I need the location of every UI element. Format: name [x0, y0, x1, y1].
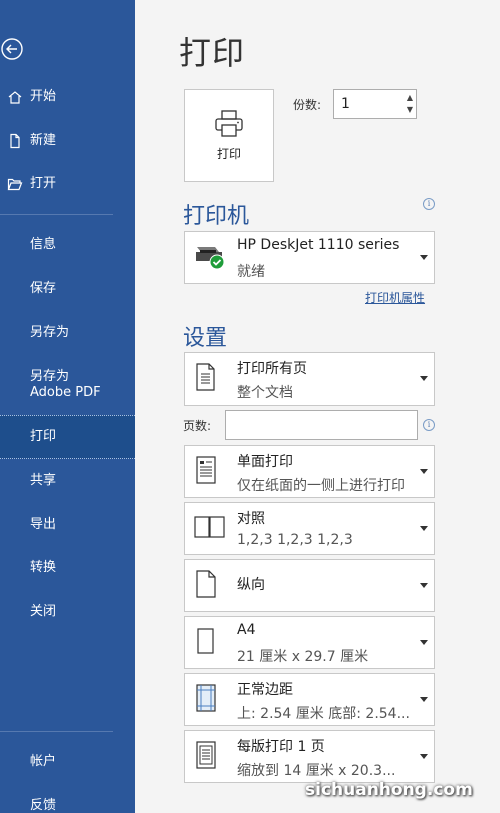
info-icon[interactable]: i [423, 419, 435, 431]
nav-label: 保存 [30, 281, 57, 296]
setting-title: 正常边距 [237, 682, 293, 698]
printer-icon [215, 110, 243, 137]
setting-subtitle: 21 厘米 x 29.7 厘米 [237, 649, 369, 665]
nav-label: 另存为 [30, 325, 70, 340]
nav-label: 导出 [30, 517, 57, 532]
setting-title: 对照 [237, 511, 265, 527]
nav-label: 信息 [30, 237, 57, 252]
printer-status: 就绪 [237, 264, 265, 280]
nav-label: 转换 [30, 560, 57, 575]
pages-per-sheet-icon [193, 739, 219, 775]
document-pages-icon [193, 361, 219, 397]
nav-home[interactable]: 开始 [0, 75, 135, 119]
setting-title: 单面打印 [237, 454, 293, 470]
nav-label: 反馈 [30, 798, 57, 813]
dropdown-arrow-icon [420, 696, 428, 702]
copies-stepper[interactable]: 1 ▲ ▼ [333, 89, 417, 119]
dropdown-arrow-icon [420, 254, 428, 260]
nav-label: 帐户 [30, 754, 57, 769]
spin-down-icon[interactable]: ▼ [407, 104, 413, 116]
portrait-page-icon [193, 568, 219, 604]
printer-dropdown[interactable]: HP DeskJet 1110 series 就绪 [184, 231, 435, 284]
nav-account[interactable]: 帐户 [0, 740, 135, 784]
nav-open[interactable]: 打开 [0, 162, 135, 206]
pages-label: 页数: [183, 419, 212, 433]
nav-label: 打开 [30, 176, 57, 191]
copies-label: 份数: [293, 98, 322, 112]
setting-title: 每版打印 1 页 [237, 739, 325, 755]
one-sided-icon [193, 454, 219, 490]
nav-label: 开始 [30, 89, 57, 104]
dropdown-arrow-icon [420, 468, 428, 474]
nav-info[interactable]: 信息 [0, 223, 135, 267]
setting-subtitle: 仅在纸面的一侧上进行打印 [237, 478, 405, 494]
dropdown-arrow-icon [420, 376, 428, 381]
setting-subtitle: 上: 2.54 厘米 底部: 2.54... [237, 706, 410, 722]
setting-title: 纵向 [237, 577, 265, 593]
setting-subtitle: 缩放到 14 厘米 x 20.3... [237, 763, 396, 779]
setting-subtitle: 整个文档 [237, 385, 293, 401]
spin-buttons[interactable]: ▲ ▼ [407, 92, 413, 116]
sides-dropdown[interactable]: 单面打印 仅在纸面的一侧上进行打印 [184, 445, 435, 498]
nav-label: 打印 [30, 429, 57, 444]
printer-properties-link[interactable]: 打印机属性 [365, 289, 425, 306]
nav-print[interactable]: 打印 [0, 415, 135, 459]
folder-icon [0, 176, 30, 192]
printer-heading: 打印机 [183, 204, 250, 229]
spin-up-icon[interactable]: ▲ [407, 92, 413, 104]
back-arrow-icon[interactable] [0, 37, 24, 61]
nav-save-as-adobe-pdf[interactable]: 另存为 Adobe PDF [0, 362, 135, 408]
paper-size-dropdown[interactable]: A4 21 厘米 x 29.7 厘米 [184, 616, 435, 669]
nav-transform[interactable]: 转换 [0, 546, 135, 590]
dropdown-arrow-icon [420, 639, 428, 645]
printer-ready-icon [193, 241, 227, 275]
nav-export[interactable]: 导出 [0, 503, 135, 547]
dropdown-arrow-icon [420, 753, 428, 759]
print-button[interactable]: 打印 [184, 89, 274, 182]
nav-label: 关闭 [30, 604, 57, 619]
nav-feedback[interactable]: 反馈 [0, 784, 135, 813]
info-icon[interactable]: i [423, 198, 435, 210]
pages-per-sheet-dropdown[interactable]: 每版打印 1 页 缩放到 14 厘米 x 20.3... [184, 730, 435, 783]
sidebar-divider [0, 214, 113, 215]
setting-subtitle: 1,2,3 1,2,3 1,2,3 [237, 532, 353, 548]
page-title: 打印 [179, 34, 246, 72]
sidebar-divider [0, 731, 113, 732]
setting-title: A4 [237, 622, 256, 638]
settings-heading: 设置 [183, 326, 228, 351]
new-document-icon [0, 133, 30, 149]
orientation-dropdown[interactable]: 纵向 [184, 559, 435, 612]
collated-icon [193, 514, 227, 544]
home-icon [0, 89, 30, 105]
nav-close[interactable]: 关闭 [0, 590, 135, 634]
print-panel: 打印 打印 份数: 1 ▲ ▼ 打印机 i HP DeskJet 1110 ser… [135, 0, 500, 813]
margins-dropdown[interactable]: 正常边距 上: 2.54 厘米 底部: 2.54... [184, 673, 435, 726]
collation-dropdown[interactable]: 对照 1,2,3 1,2,3 1,2,3 [184, 502, 435, 555]
nav-label: 另存为 Adobe PDF [30, 369, 101, 400]
margins-icon [193, 682, 219, 718]
dropdown-arrow-icon [420, 525, 428, 531]
nav-save-as[interactable]: 另存为 [0, 311, 135, 355]
print-range-dropdown[interactable]: 打印所有页 整个文档 [184, 352, 435, 406]
nav-label: 共享 [30, 473, 57, 488]
nav-share[interactable]: 共享 [0, 459, 135, 503]
copies-value: 1 [341, 96, 350, 112]
printer-name: HP DeskJet 1110 series [237, 237, 400, 253]
nav-label: 新建 [30, 133, 57, 148]
nav-new[interactable]: 新建 [0, 119, 135, 163]
backstage-sidebar: 开始 新建 打开 信息 保存 另存为 另存为 Adobe PDF 打印 共享 导… [0, 0, 135, 813]
watermark-text: sichuanhong.com [305, 780, 473, 800]
pages-input[interactable] [225, 410, 418, 440]
nav-save[interactable]: 保存 [0, 267, 135, 311]
dropdown-arrow-icon [420, 582, 428, 588]
print-button-label: 打印 [216, 147, 241, 161]
paper-a4-icon [193, 625, 219, 661]
setting-title: 打印所有页 [237, 361, 307, 377]
